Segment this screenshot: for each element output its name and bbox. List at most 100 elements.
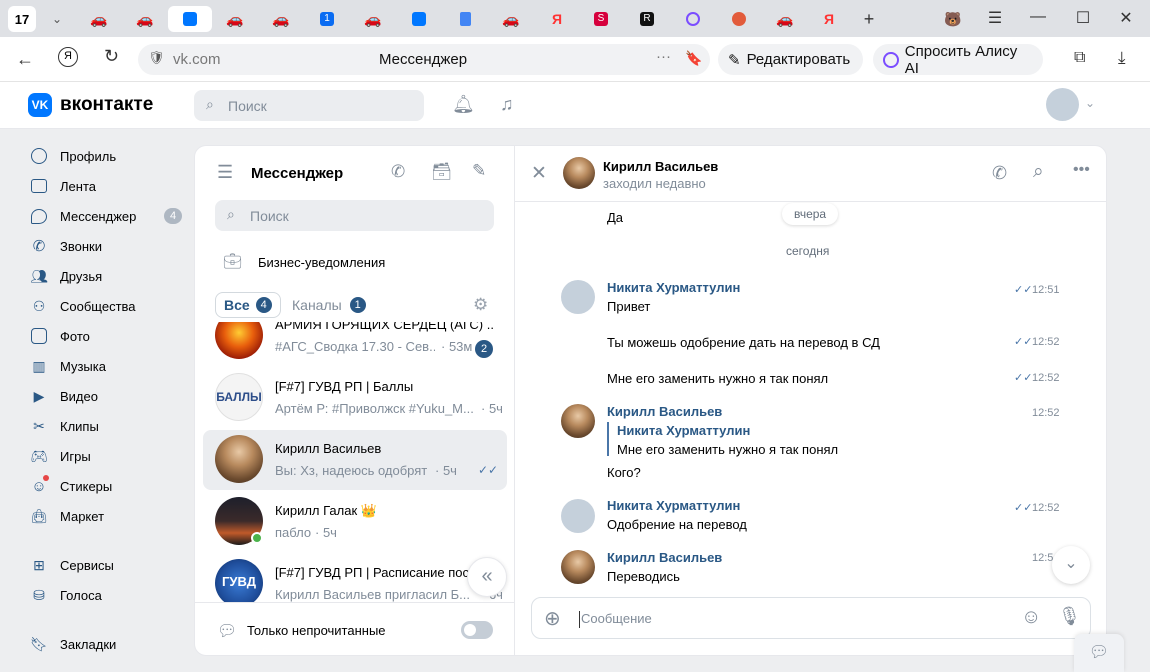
tab-s-icon[interactable]: S xyxy=(588,6,614,32)
unread-only-toggle[interactable] xyxy=(461,621,493,639)
tab-yandex-icon[interactable]: Я xyxy=(544,6,570,32)
tab-favicon-tank-icon[interactable]: 🚗 xyxy=(268,6,294,32)
tab-favicon-tank-icon[interactable]: 🚗 xyxy=(360,6,386,32)
nav-market[interactable]: 👜︎ Маркет xyxy=(30,505,104,527)
settings-gear-icon[interactable]: ⚙ xyxy=(473,295,488,315)
contact-name[interactable]: Кирилл Васильев xyxy=(603,159,718,174)
nav-friends[interactable]: 👥︎ Друзья xyxy=(30,265,102,287)
tab-favicon-tank-icon[interactable]: 🚗 xyxy=(86,6,112,32)
more-dots-icon[interactable]: ··· xyxy=(656,48,671,65)
nav-music[interactable]: ▥ Музыка xyxy=(30,355,106,377)
reply-author[interactable]: Никита Хурматтулин xyxy=(617,423,750,438)
chevron-down-icon[interactable]: ⌄ xyxy=(1085,96,1095,110)
message-time: 12:52 xyxy=(1032,336,1060,348)
message-text: Мне его заменить нужно я так понял xyxy=(607,371,829,386)
tab-favicon-tank-icon[interactable]: 🚗 xyxy=(498,6,524,32)
collapse-panel-button[interactable]: « xyxy=(467,557,507,597)
call-icon[interactable]: ✆ xyxy=(992,163,1007,184)
url-field[interactable]: 🛡 vk.com Мессенджер ··· 🔖 xyxy=(138,44,710,75)
download-icon[interactable]: ⤓ xyxy=(1118,48,1126,68)
user-avatar[interactable] xyxy=(1046,88,1079,121)
tab-channels-badge: 1 xyxy=(349,297,366,313)
nav-votes[interactable]: ⛁ Голоса xyxy=(30,584,102,606)
conversation-item[interactable]: БАЛЛЫ [F#7] ГУВД РП | Баллы Артём Р: #Пр… xyxy=(203,368,507,428)
tab-alice-icon[interactable] xyxy=(680,6,706,32)
yandex-home-icon[interactable]: Я xyxy=(58,47,78,67)
tab-favicon-tank-icon[interactable]: 🚗 xyxy=(222,6,248,32)
nav-feed[interactable]: Лента xyxy=(30,175,96,197)
vk-logo-icon[interactable]: VK xyxy=(28,93,52,117)
nav-video[interactable]: ▶ Видео xyxy=(30,385,98,407)
close-window-icon[interactable]: ✕ xyxy=(1116,8,1136,28)
search-icon[interactable]: ⌕ xyxy=(1033,161,1044,183)
music-icon[interactable]: ♫ xyxy=(500,94,514,115)
hamburger-icon[interactable]: ☰ xyxy=(217,162,233,183)
messenger-search-input[interactable]: ⌕ Поиск xyxy=(215,200,494,231)
tab-all[interactable]: Все 4 xyxy=(215,292,281,318)
sticker-icon: ☺ xyxy=(30,475,49,495)
contact-avatar[interactable] xyxy=(563,157,595,189)
minimize-icon[interactable]: — xyxy=(1028,8,1048,26)
close-chat-icon[interactable]: ✕ xyxy=(531,162,547,185)
message-text: Привет xyxy=(607,299,651,314)
ask-alice-button[interactable]: Спросить Алису AI xyxy=(873,43,1043,77)
nav-profile[interactable]: Профиль xyxy=(30,145,116,167)
tab-channels[interactable]: Каналы 1 xyxy=(292,292,366,318)
conversation-item[interactable]: АРМИЯ ГОРЯЩИХ СЕРДЕЦ (АГС) ... #АГС_Свод… xyxy=(203,322,507,366)
message-author[interactable]: Кирилл Васильев xyxy=(607,550,722,565)
profile-avatar-icon[interactable]: 🐻 xyxy=(940,6,966,32)
nav-communities[interactable]: ⚇ Сообщества xyxy=(30,295,136,317)
back-icon[interactable]: ← xyxy=(16,49,34,70)
edit-button[interactable]: ✎ Редактировать xyxy=(718,44,863,75)
chat-widget-button[interactable]: 💬︎ xyxy=(1074,634,1124,672)
reload-icon[interactable]: ↻ xyxy=(104,46,119,67)
tab-favicon-tank-icon[interactable]: 🚗 xyxy=(772,6,798,32)
nav-photos[interactable]: Фото xyxy=(30,325,90,347)
attach-plus-icon[interactable]: ⊕ xyxy=(544,606,561,631)
compose-icon[interactable]: ✎ xyxy=(472,161,486,181)
nav-stickers[interactable]: ☺ Стикеры xyxy=(30,475,112,497)
message-author[interactable]: Никита Хурматтулин xyxy=(607,280,740,295)
bookmark-icon[interactable]: 🔖 xyxy=(685,50,702,67)
tab-globe-icon[interactable] xyxy=(726,6,752,32)
maximize-icon[interactable]: ☐ xyxy=(1073,8,1093,28)
microphone-icon[interactable]: 🎙︎ xyxy=(1058,606,1081,627)
nav-clips[interactable]: ✂ Клипы xyxy=(30,415,99,437)
tab-messenger-active[interactable] xyxy=(168,6,212,32)
tab-docs-icon[interactable] xyxy=(452,6,478,32)
nav-games[interactable]: 🎮︎ Игры xyxy=(30,445,91,467)
conversation-item[interactable]: Кирилл Галак 👑 пабло · 5ч xyxy=(203,492,507,552)
avatar xyxy=(215,435,263,483)
tab-yandex-icon[interactable]: Я xyxy=(816,6,842,32)
add-call-icon[interactable]: ✆ xyxy=(391,162,405,182)
nav-calls[interactable]: ✆ Звонки xyxy=(30,235,102,257)
message-input-box[interactable]: ⊕ Сообщение ☺ 🎙︎ xyxy=(531,597,1091,639)
vk-logo-text[interactable]: вконтакте xyxy=(60,94,153,116)
tab-r-icon[interactable]: R xyxy=(634,6,660,32)
emoji-icon[interactable]: ☺ xyxy=(1021,606,1041,629)
tab-counter[interactable]: 17 xyxy=(8,6,36,32)
nav-messenger[interactable]: Мессенджер xyxy=(30,205,136,227)
new-tab-icon[interactable]: + xyxy=(856,6,882,32)
tab-favicon-tank-icon[interactable]: 🚗 xyxy=(132,6,158,32)
nav-services[interactable]: ⊞ Сервисы xyxy=(30,554,114,576)
alice-icon xyxy=(883,51,899,68)
message-time: 12:5 xyxy=(1032,552,1054,564)
bell-icon[interactable]: 🔔︎ xyxy=(452,94,475,115)
tab-messenger-icon[interactable] xyxy=(406,6,432,32)
tabs-dropdown-icon[interactable]: ⌄ xyxy=(44,6,70,32)
more-icon[interactable]: ••• xyxy=(1073,161,1090,179)
conversation-item[interactable]: ГУВД [F#7] ГУВД РП | Расписание пост... … xyxy=(203,554,507,602)
nav-bookmarks[interactable]: 🔖︎ Закладки xyxy=(30,633,116,655)
unread-badge: 2 xyxy=(475,340,493,358)
conversation-item-selected[interactable]: Кирилл Васильев Вы: Хз, надеюсь одобрят … xyxy=(203,430,507,490)
archive-icon[interactable]: 🗃︎ xyxy=(431,162,453,182)
scroll-down-button[interactable]: ⌄ xyxy=(1052,546,1090,584)
message-author[interactable]: Никита Хурматтулин xyxy=(607,498,740,513)
tab-onepassword-icon[interactable]: 1 xyxy=(314,6,340,32)
menu-icon[interactable]: ☰ xyxy=(985,8,1005,28)
message-author[interactable]: Кирилл Васильев xyxy=(607,404,722,419)
business-notifications[interactable]: Бизнес-уведомления xyxy=(258,255,385,270)
vk-search-input[interactable]: ⌕ Поиск xyxy=(194,90,424,121)
extensions-icon[interactable]: ⧉ xyxy=(1074,49,1085,67)
